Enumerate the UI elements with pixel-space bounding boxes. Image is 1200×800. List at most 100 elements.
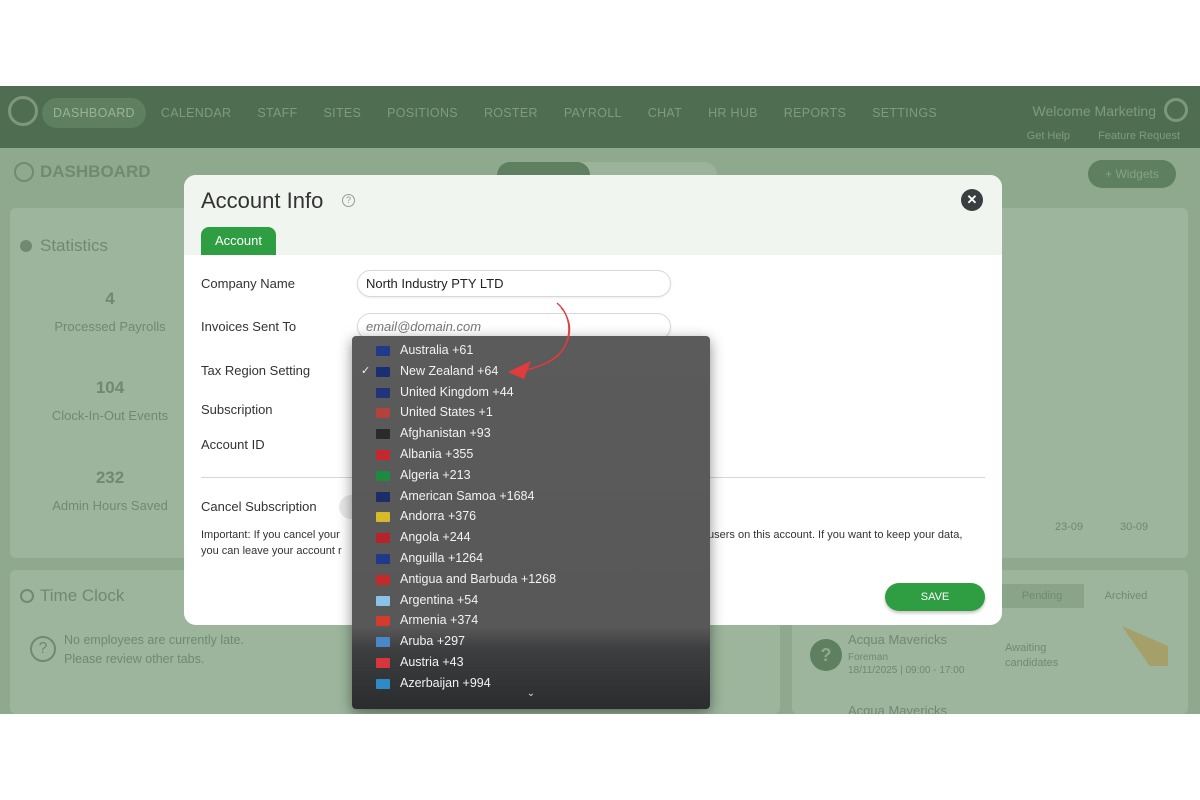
dropdown-option[interactable]: Armenia +374 (352, 610, 710, 631)
add-widgets-button[interactable]: + Widgets (1088, 160, 1176, 188)
dropdown-option[interactable]: Albania +355 (352, 444, 710, 465)
flag-icon (376, 450, 390, 460)
clock-icon (20, 589, 34, 603)
top-navigation: DASHBOARD CALENDAR STAFF SITES POSITIONS… (0, 86, 1200, 148)
dropdown-option[interactable]: Argentina +54 (352, 590, 710, 611)
cancel-subscription-label: Cancel Subscription (201, 499, 317, 514)
tab-archived[interactable]: Archived (1084, 584, 1168, 608)
help-icon[interactable]: ? (342, 194, 355, 207)
country-code-dropdown[interactable]: ⌄ Australia +61 ✓ New Zealand +64 United Ki… (352, 336, 710, 709)
dropdown-option[interactable]: ✓ New Zealand +64 (352, 361, 710, 382)
option-label: Australia +61 (400, 343, 474, 357)
flag-icon (376, 616, 390, 627)
save-button[interactable]: SAVE (885, 583, 985, 611)
flag-icon (376, 346, 390, 356)
flag-icon (376, 554, 390, 564)
nav-hr-hub[interactable]: HR HUB (697, 98, 769, 128)
notice-text: Important: If you cancel your (201, 529, 340, 541)
flag-icon (376, 429, 390, 440)
user-menu-icon[interactable] (1164, 98, 1188, 122)
flag-icon (376, 491, 390, 502)
dropdown-option[interactable]: American Samoa +1684 (352, 486, 710, 507)
stat-value: 104 (95, 378, 125, 397)
option-label: Aruba +297 (400, 634, 465, 649)
dropdown-option[interactable]: Antigua and Barbuda +1268 (352, 569, 710, 590)
dropdown-option[interactable]: Australia +61 (352, 340, 710, 361)
late-message-line: No employees are currently late. (64, 633, 244, 647)
flag-icon (376, 408, 390, 419)
dropdown-option[interactable]: United States +1 (352, 402, 710, 423)
option-label: Austria +43 (400, 655, 464, 669)
help-links: Get Help Feature Request (1027, 130, 1180, 142)
account-id-label: Account ID (201, 437, 265, 452)
modal-title: Account Info (201, 188, 324, 213)
option-label: Afghanistan +93 (400, 426, 491, 441)
modal-header (184, 175, 1002, 255)
notice-text: you can leave your account r (201, 545, 342, 557)
option-label: Azerbaijan +994 (400, 675, 491, 690)
flag-icon (376, 366, 390, 377)
dropdown-option[interactable]: Anguilla +1264 (352, 548, 710, 569)
dropdown-option[interactable]: Aruba +297 (352, 631, 710, 652)
nav-dashboard[interactable]: DASHBOARD (42, 98, 146, 128)
dropdown-option[interactable]: Algeria +213 (352, 465, 710, 486)
tab-pending[interactable]: Pending (1000, 584, 1084, 608)
dropdown-option[interactable]: United Kingdom +44 (352, 382, 710, 403)
dropdown-option[interactable]: Andorra +376 (352, 506, 710, 527)
chart-tick: 30-09 (1120, 521, 1149, 533)
stat-label: Clock-In-Out Events (51, 408, 169, 423)
stat-label: Admin Hours Saved (52, 498, 168, 513)
flag-icon (376, 533, 390, 544)
info-icon (20, 240, 32, 252)
nav-roster[interactable]: ROSTER (473, 98, 549, 128)
flag-icon (376, 658, 390, 668)
statistics-title: Statistics (20, 236, 108, 256)
flag-icon (376, 512, 390, 523)
company-name-field[interactable]: North Industry PTY LTD (357, 270, 671, 297)
option-label: Armenia +374 (400, 613, 479, 628)
flag-icon (376, 387, 390, 398)
nav-reports[interactable]: REPORTS (773, 98, 857, 128)
dashboard-icon (14, 162, 34, 182)
dropdown-option[interactable]: Austria +43 (352, 652, 710, 673)
dropdown-option[interactable]: Angola +244 (352, 527, 710, 548)
shift-question-icon: ? (810, 639, 842, 671)
main-nav: DASHBOARD CALENDAR STAFF SITES POSITIONS… (42, 98, 948, 128)
option-label: Andorra +376 (400, 509, 477, 524)
stat-label: Processed Payrolls (54, 319, 166, 334)
tab-account[interactable]: Account (201, 227, 276, 255)
invoices-label: Invoices Sent To (201, 319, 297, 334)
feature-request-link[interactable]: Feature Request (1098, 130, 1180, 142)
nav-staff[interactable]: STAFF (246, 98, 308, 128)
flag-icon (376, 595, 390, 606)
time-clock-title: Time Clock (20, 586, 124, 606)
question-icon: ? (30, 636, 56, 662)
get-help-link[interactable]: Get Help (1027, 130, 1070, 142)
shift-details: Foreman 18/11/2025 | 09:00 - 17:00 (848, 651, 964, 677)
shift-site-name[interactable]: Acqua Mavericks (848, 632, 947, 647)
option-label: New Zealand +64 (400, 363, 499, 378)
tax-region-label: Tax Region Setting (201, 363, 311, 378)
statistics-title-text: Statistics (40, 236, 109, 255)
company-name-label: Company Name (201, 276, 295, 291)
close-button[interactable]: ✕ (961, 189, 983, 211)
nav-settings[interactable]: SETTINGS (861, 98, 948, 128)
flag-icon (376, 574, 390, 585)
stat-value: 232 (95, 468, 125, 487)
app-logo-icon (8, 96, 38, 126)
shift-site-name[interactable]: Acqua Mavericks (848, 703, 947, 714)
nav-calendar[interactable]: CALENDAR (150, 98, 242, 128)
nav-positions[interactable]: POSITIONS (376, 98, 469, 128)
app-screen: DASHBOARD CALENDAR STAFF SITES POSITIONS… (0, 86, 1200, 714)
option-label: Anguilla +1264 (400, 551, 484, 565)
checkmark-icon: ✓ (361, 364, 371, 377)
dropdown-option[interactable]: Afghanistan +93 (352, 423, 710, 444)
dropdown-option[interactable]: Azerbaijan +994 (352, 673, 710, 694)
dashboard-title: DASHBOARD (14, 162, 151, 182)
stat-value: 4 (105, 289, 115, 308)
welcome-text[interactable]: Welcome Marketing (1033, 103, 1156, 119)
nav-chat[interactable]: CHAT (637, 98, 693, 128)
nav-payroll[interactable]: PAYROLL (553, 98, 633, 128)
nav-sites[interactable]: SITES (313, 98, 373, 128)
subscription-label: Subscription (201, 402, 273, 417)
